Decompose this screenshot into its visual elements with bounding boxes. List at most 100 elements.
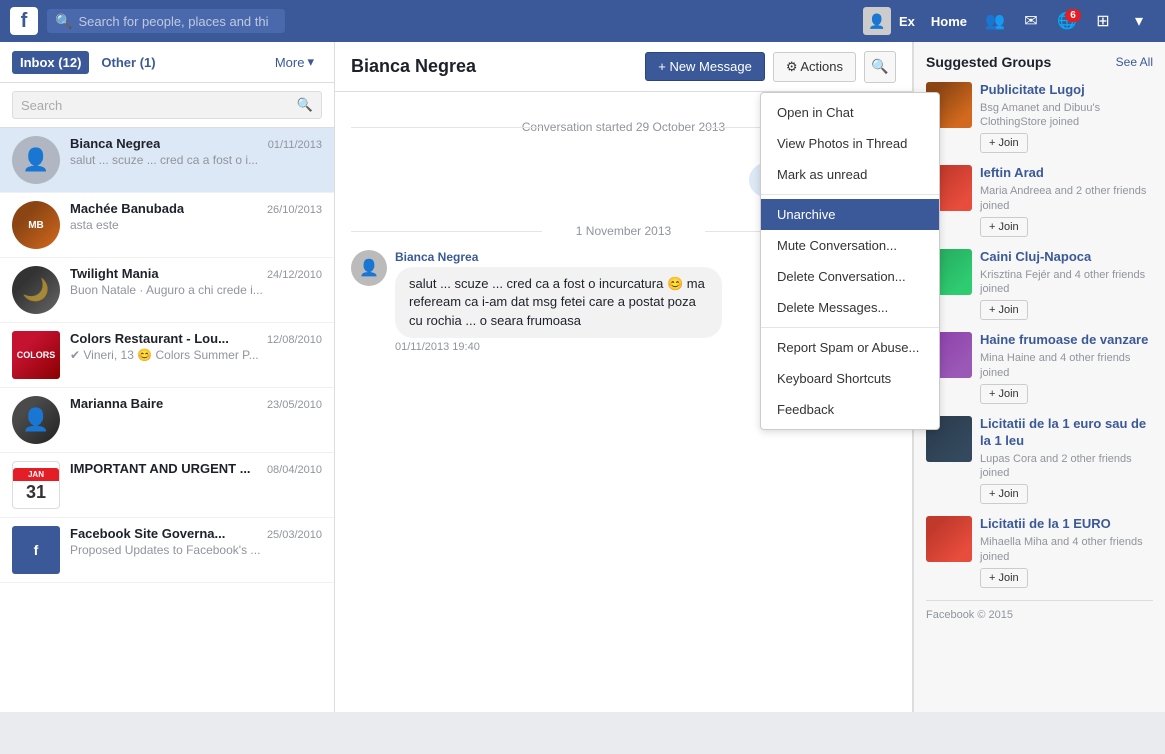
dropdown-item-mark-unread[interactable]: Mark as unread <box>761 159 939 190</box>
dropdown-item-keyboard-shortcuts[interactable]: Keyboard Shortcuts <box>761 363 939 394</box>
facebook-logo: f <box>10 7 38 35</box>
conversation-title: Bianca Negrea <box>351 56 637 77</box>
join-group-button[interactable]: + Join <box>980 568 1028 588</box>
join-group-button[interactable]: + Join <box>980 217 1028 237</box>
group-item: Licitatii de la 1 EURO Mihaella Miha and… <box>926 516 1153 587</box>
group-item: Ieftin Arad Maria Andreea and 2 other fr… <box>926 165 1153 236</box>
list-item[interactable]: COLORS Colors Restaurant - Lou... 12/08/… <box>0 323 334 388</box>
group-description: Mina Haine and 4 other friends joined <box>980 351 1153 380</box>
conversation-header: Bianca Negrea + New Message ⚙ Actions 🔍 <box>335 42 912 92</box>
actions-button[interactable]: ⚙ Actions <box>773 52 856 82</box>
dropdown-item-unarchive[interactable]: Unarchive <box>761 199 939 230</box>
nav-home-link[interactable]: Home <box>923 14 975 29</box>
dropdown-item-open-in-chat[interactable]: Open in Chat <box>761 97 939 128</box>
dropdown-item-mute[interactable]: Mute Conversation... <box>761 230 939 261</box>
suggested-groups-title: Suggested Groups <box>926 54 1051 70</box>
right-sidebar: Suggested Groups See All Publicitate Lug… <box>913 42 1165 712</box>
group-description: Mihaella Miha and 4 other friends joined <box>980 535 1153 564</box>
message-sender-name: Colors Restaurant - Lou... <box>70 331 229 346</box>
suggested-groups-header: Suggested Groups See All <box>926 54 1153 70</box>
avatar: 👤 <box>12 396 60 444</box>
message-sender: Bianca Negrea <box>395 250 722 264</box>
inbox-tab[interactable]: Inbox (12) <box>12 51 89 74</box>
join-group-button[interactable]: + Join <box>980 300 1028 320</box>
see-all-link[interactable]: See All <box>1116 55 1153 69</box>
nav-messages-icon[interactable]: ✉ <box>1015 7 1047 35</box>
nav-notifications-icon[interactable]: 🌐 6 <box>1051 7 1083 35</box>
global-search-bar[interactable]: 🔍 <box>46 8 286 34</box>
group-item: Caini Cluj-Napoca Krisztina Fejér and 4 … <box>926 249 1153 320</box>
dropdown-item-feedback[interactable]: Feedback <box>761 394 939 425</box>
new-message-button[interactable]: + New Message <box>645 52 765 81</box>
message-date: 08/04/2010 <box>267 464 322 476</box>
list-item[interactable]: 🌙 Twilight Mania 24/12/2010 Buon Natale … <box>0 258 334 323</box>
nav-friends-icon[interactable]: 👥 <box>979 7 1011 35</box>
dropdown-divider <box>761 194 939 195</box>
group-description: Lupas Cora and 2 other friends joined <box>980 452 1153 481</box>
message-preview: Buon Natale · Auguro a chi crede i... <box>70 283 322 297</box>
top-navigation: f 🔍 👤 Ex Home 👥 ✉ 🌐 6 ⊞ ▾ <box>0 0 1165 42</box>
message-sender-name: IMPORTANT AND URGENT ... <box>70 461 251 476</box>
search-conversation-button[interactable]: 🔍 <box>864 51 896 83</box>
join-group-button[interactable]: + Join <box>980 133 1028 153</box>
list-item[interactable]: f Facebook Site Governa... 25/03/2010 Pr… <box>0 518 334 583</box>
group-avatar <box>926 516 972 562</box>
message-bubble: salut ... scuze ... cred ca a fost o inc… <box>395 267 722 338</box>
message-sender-name: Marianna Baire <box>70 396 163 411</box>
avatar: MB <box>12 201 60 249</box>
group-name[interactable]: Haine frumoase de vanzare <box>980 332 1153 349</box>
avatar: f <box>12 526 60 574</box>
group-description: Bsg Amanet and Dibuu's ClothingStore joi… <box>980 101 1153 130</box>
more-button[interactable]: More ▾ <box>267 50 322 74</box>
group-item: Licitatii de la 1 euro sau de la 1 leu L… <box>926 416 1153 504</box>
nav-user-avatar: 👤 <box>863 7 891 35</box>
dropdown-item-delete-messages[interactable]: Delete Messages... <box>761 292 939 323</box>
message-preview: salut ... scuze ... cred ca a fost o i..… <box>70 153 322 167</box>
message-sender-name: Machée Banubada <box>70 201 184 216</box>
group-name[interactable]: Licitatii de la 1 EURO <box>980 516 1153 533</box>
dropdown-item-view-photos[interactable]: View Photos in Thread <box>761 128 939 159</box>
list-item[interactable]: 👤 Bianca Negrea 01/11/2013 salut ... scu… <box>0 128 334 193</box>
list-item[interactable]: JAN 31 IMPORTANT AND URGENT ... 08/04/20… <box>0 453 334 518</box>
search-icon: 🔍 <box>55 13 72 30</box>
list-item[interactable]: 👤 Marianna Baire 23/05/2010 <box>0 388 334 453</box>
message-avatar: 👤 <box>351 250 387 286</box>
message-date: 01/11/2013 <box>268 139 322 151</box>
group-name[interactable]: Ieftin Arad <box>980 165 1153 182</box>
message-list: 👤 Bianca Negrea 01/11/2013 salut ... scu… <box>0 128 334 712</box>
notification-badge: 6 <box>1065 9 1081 22</box>
search-icon: 🔍 <box>297 97 313 113</box>
nav-username[interactable]: Ex <box>899 14 915 29</box>
message-date: 25/03/2010 <box>267 529 322 541</box>
group-name[interactable]: Licitatii de la 1 euro sau de la 1 leu <box>980 416 1153 450</box>
avatar: JAN 31 <box>12 461 60 509</box>
dropdown-divider-2 <box>761 327 939 328</box>
nav-apps-icon[interactable]: ⊞ <box>1087 7 1119 35</box>
global-search-input[interactable] <box>78 14 268 29</box>
inbox-tabs-bar: Inbox (12) Other (1) More ▾ <box>0 42 334 83</box>
message-date: 23/05/2010 <box>267 399 322 411</box>
group-item: Haine frumoase de vanzare Mina Haine and… <box>926 332 1153 403</box>
message-timestamp: 01/11/2013 19:40 <box>395 341 722 353</box>
message-sender-name: Facebook Site Governa... <box>70 526 225 541</box>
avatar: 🌙 <box>12 266 60 314</box>
other-tab[interactable]: Other (1) <box>93 51 163 74</box>
join-group-button[interactable]: + Join <box>980 484 1028 504</box>
nav-dropdown-icon[interactable]: ▾ <box>1123 7 1155 35</box>
group-item: Publicitate Lugoj Bsg Amanet and Dibuu's… <box>926 82 1153 153</box>
search-icon: 🔍 <box>871 58 888 75</box>
message-date: 26/10/2013 <box>267 204 322 216</box>
dropdown-item-report-spam[interactable]: Report Spam or Abuse... <box>761 332 939 363</box>
group-name[interactable]: Publicitate Lugoj <box>980 82 1153 99</box>
group-name[interactable]: Caini Cluj-Napoca <box>980 249 1153 266</box>
main-layout: Inbox (12) Other (1) More ▾ 🔍 👤 Bianc <box>0 42 1165 712</box>
message-date: 12/08/2010 <box>267 334 322 346</box>
message-search-input[interactable] <box>21 98 291 113</box>
avatar: COLORS <box>12 331 60 379</box>
group-description: Krisztina Fejér and 4 other friends join… <box>980 268 1153 297</box>
join-group-button[interactable]: + Join <box>980 384 1028 404</box>
center-panel: Bianca Negrea + New Message ⚙ Actions 🔍 … <box>335 42 913 712</box>
dropdown-item-delete-conversation[interactable]: Delete Conversation... <box>761 261 939 292</box>
list-item[interactable]: MB Machée Banubada 26/10/2013 asta este <box>0 193 334 258</box>
actions-dropdown-menu: Open in Chat View Photos in Thread Mark … <box>760 92 940 430</box>
